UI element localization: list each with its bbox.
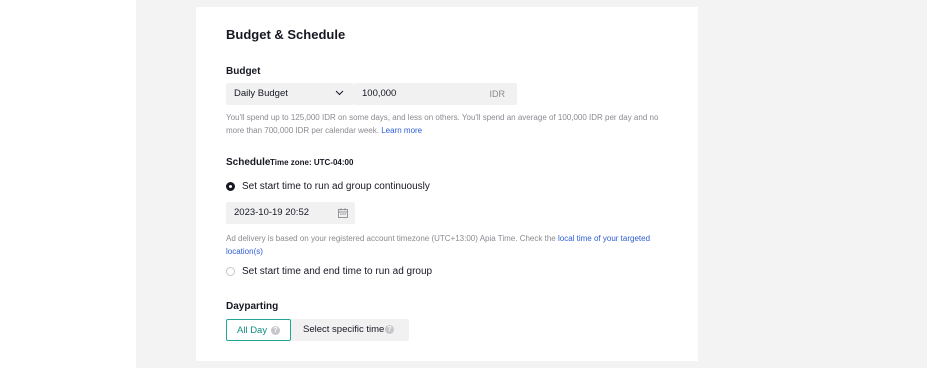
currency-suffix: IDR	[489, 89, 506, 99]
budget-type-value: Daily Budget	[234, 88, 288, 99]
learn-more-link[interactable]: Learn more	[381, 126, 422, 135]
section-title: Budget & Schedule	[226, 27, 346, 42]
budget-amount-input[interactable]: 100,000 IDR	[354, 83, 517, 105]
start-datetime-value: 2023-10-19 20:52	[234, 207, 310, 218]
help-icon[interactable]: ?	[271, 326, 280, 335]
help-icon[interactable]: ?	[385, 325, 394, 334]
budget-amount-value: 100,000	[362, 88, 397, 99]
radio-start-end-label[interactable]: Set start time and end time to run ad gr…	[242, 266, 432, 277]
delivery-hint: Ad delivery is based on your registered …	[226, 232, 676, 258]
dayparting-all-day-option[interactable]: All Day ?	[226, 319, 291, 341]
radio-continuous-label[interactable]: Set start time to run ad group continuou…	[242, 181, 430, 192]
budget-hint-text: You'll spend up to 125,000 IDR on some d…	[226, 113, 659, 135]
dayparting-label: Dayparting	[226, 301, 279, 312]
budget-label: Budget	[226, 66, 261, 77]
radio-continuous[interactable]	[226, 182, 235, 191]
calendar-icon	[338, 208, 348, 218]
budget-hint: You'll spend up to 125,000 IDR on some d…	[226, 111, 676, 137]
all-day-label: All Day	[237, 325, 268, 336]
budget-type-select[interactable]: Daily Budget	[226, 83, 354, 105]
start-datetime-picker[interactable]: 2023-10-19 20:52	[226, 202, 355, 224]
budget-schedule-card: Budget & Schedule Budget Daily Budget 10…	[196, 7, 698, 361]
chevron-down-icon	[335, 90, 344, 96]
schedule-label: Schedule	[226, 157, 271, 168]
radio-start-end[interactable]	[226, 267, 235, 276]
specific-time-label: Select specific time	[303, 324, 385, 335]
dayparting-specific-time-option[interactable]: Select specific time ?	[291, 319, 409, 341]
delivery-hint-text: Ad delivery is based on your registered …	[226, 234, 556, 243]
timezone-label: Time zone: UTC-04:00	[270, 158, 354, 167]
